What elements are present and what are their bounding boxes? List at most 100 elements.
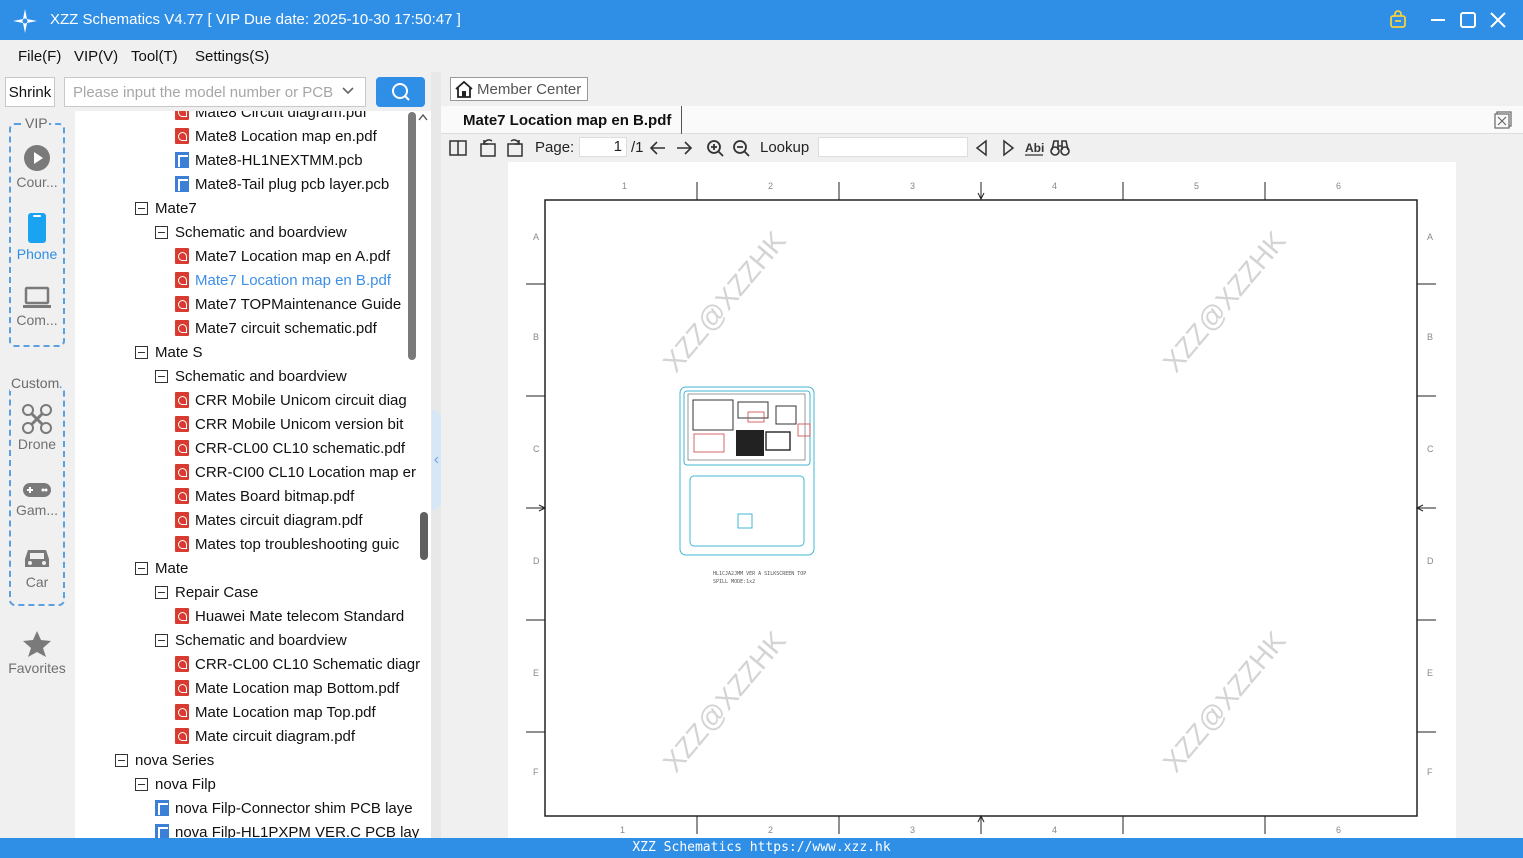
collapse-toggle-icon[interactable]: [155, 585, 168, 599]
tree-file[interactable]: Mate8-HL1NEXTMM.pcb: [175, 148, 363, 172]
svg-text:XZZ@XZZHK: XZZ@XZZHK: [657, 625, 792, 778]
tree-item-label: Mate S: [155, 343, 203, 361]
vip-bag-icon[interactable]: [1386, 8, 1410, 32]
pdf-file-icon: [175, 512, 189, 528]
tree-file[interactable]: Mate circuit diagram.pdf: [175, 724, 355, 748]
tree-folder[interactable]: Schematic and boardview: [155, 628, 347, 652]
category-computer[interactable]: Com...: [0, 286, 74, 328]
tree-file[interactable]: Mate7 Location map en B.pdf: [175, 268, 391, 292]
shrink-button[interactable]: Shrink: [5, 77, 55, 107]
column-label: 4: [1052, 825, 1057, 835]
pdf-file-icon: [175, 704, 189, 720]
collapse-toggle-icon[interactable]: [155, 633, 168, 647]
member-center-button[interactable]: Member Center: [450, 77, 588, 101]
tree-file[interactable]: nova Filp-Connector shim PCB laye: [155, 796, 413, 820]
page-number-input[interactable]: 1: [579, 137, 627, 157]
tree-item-label: Mate7 Location map en A.pdf: [195, 247, 391, 265]
category-drone[interactable]: Drone: [0, 404, 74, 452]
menu-settings[interactable]: Settings(S): [195, 48, 269, 65]
tree-item-label: Schematic and boardview: [175, 223, 347, 241]
tree-file[interactable]: CRR-CL00 CL10 Schematic diagr: [175, 652, 420, 676]
pcb-file-icon: [175, 152, 189, 168]
collapse-toggle-icon[interactable]: [155, 369, 168, 383]
tree-folder[interactable]: nova Series: [115, 748, 214, 772]
document-page[interactable]: 1 2 3 4 5 6 1 2 3 4 6 A B C D E F A B C …: [508, 162, 1456, 838]
tree-file[interactable]: Mate8 Circuit diagram.pdf: [175, 111, 367, 124]
tree-file[interactable]: CRR Mobile Unicom version bit: [175, 412, 403, 436]
minimize-icon[interactable]: [1426, 8, 1450, 32]
collapse-panel-tab[interactable]: [432, 410, 441, 510]
zoom-in-icon[interactable]: [705, 138, 725, 158]
collapse-toggle-icon[interactable]: [135, 345, 148, 359]
tree-file[interactable]: CRR Mobile Unicom circuit diag: [175, 388, 407, 412]
tree-item-label: Schematic and boardview: [175, 367, 347, 385]
tree-file[interactable]: Mate Location map Top.pdf: [175, 700, 376, 724]
next-page-icon[interactable]: [674, 138, 694, 158]
category-courses[interactable]: Cour...: [0, 144, 74, 190]
column-label: 6: [1336, 825, 1341, 835]
menu-bar: File(F) VIP(V) Tool(T) Settings(S): [0, 40, 1523, 72]
menu-tool[interactable]: Tool(T): [131, 48, 178, 65]
tree-file[interactable]: Mate8 Location map en.pdf: [175, 124, 377, 148]
find-next-icon[interactable]: [998, 138, 1018, 158]
category-game[interactable]: Gam...: [0, 480, 74, 518]
play-circle-icon: [24, 145, 50, 171]
tree-file[interactable]: CRR-CI00 CL10 Location map er: [175, 460, 416, 484]
tree-folder[interactable]: Repair Case: [155, 580, 258, 604]
close-icon[interactable]: [1486, 8, 1510, 32]
vip-group-label: VIP: [24, 115, 49, 131]
tree-file[interactable]: Mate7 TOPMaintenance Guide: [175, 292, 401, 316]
lookup-input[interactable]: [818, 137, 968, 157]
zoom-out-icon[interactable]: [731, 138, 751, 158]
collapse-toggle-icon[interactable]: [155, 225, 168, 239]
previous-page-icon[interactable]: [648, 138, 668, 158]
collapse-toggle-icon[interactable]: [135, 201, 148, 215]
tree-file[interactable]: Mates Board bitmap.pdf: [175, 484, 354, 508]
tree-file[interactable]: Mates top troubleshooting guic: [175, 532, 399, 556]
match-case-icon[interactable]: Abi: [1024, 138, 1044, 158]
category-car[interactable]: Car: [0, 546, 74, 590]
tree-file[interactable]: Mate7 circuit schematic.pdf: [175, 316, 377, 340]
two-page-view-icon[interactable]: [448, 138, 468, 158]
tree-file[interactable]: Mate8-Tail plug pcb layer.pcb: [175, 172, 389, 196]
category-phone[interactable]: Phone: [0, 212, 74, 262]
chevron-down-icon[interactable]: [341, 84, 355, 98]
page-label: Page:: [535, 139, 575, 156]
tree-folder[interactable]: Schematic and boardview: [155, 220, 347, 244]
tree-file[interactable]: Huawei Mate telecom Standard: [175, 604, 404, 628]
maximize-icon[interactable]: [1456, 8, 1480, 32]
row-label: C: [533, 444, 540, 454]
tree-item-label: Schematic and boardview: [175, 631, 347, 649]
menu-vip[interactable]: VIP(V): [74, 48, 118, 65]
search-input[interactable]: [73, 84, 333, 101]
tree-scrollbar-handle[interactable]: [420, 512, 428, 560]
tree-file[interactable]: nova Filp-HL1PXPM VER.C PCB lay: [155, 820, 419, 838]
collapse-toggle-icon[interactable]: [135, 561, 148, 575]
tree-folder[interactable]: Mate: [135, 556, 188, 580]
binoculars-icon[interactable]: [1050, 138, 1070, 158]
tree-folder[interactable]: Mate S: [135, 340, 203, 364]
tree-file[interactable]: Mate7 Location map en A.pdf: [175, 244, 390, 268]
tree-file[interactable]: CRR-CL00 CL10 schematic.pdf: [175, 436, 405, 460]
category-favorites[interactable]: Favorites: [0, 630, 74, 676]
rotate-right-icon[interactable]: [505, 138, 525, 158]
tab-mate7-location-map-b[interactable]: Mate7 Location map en B.pdf: [453, 106, 683, 134]
find-previous-icon[interactable]: [972, 138, 992, 158]
scroll-up-arrow-icon[interactable]: [418, 112, 428, 124]
menu-file[interactable]: File(F): [18, 48, 61, 65]
column-label: 6: [1336, 181, 1341, 191]
tree-folder[interactable]: Mate7: [135, 196, 197, 220]
tree-folder[interactable]: nova Filp: [135, 772, 216, 796]
collapse-toggle-icon[interactable]: [115, 753, 128, 767]
tree-scrollbar-thumb[interactable]: [408, 112, 416, 360]
close-tabs-icon[interactable]: [1494, 111, 1512, 129]
collapse-toggle-icon[interactable]: [135, 777, 148, 791]
tree-item-label: Mate Location map Bottom.pdf: [195, 679, 400, 697]
tree-file[interactable]: Mates circuit diagram.pdf: [175, 508, 363, 532]
home-icon: [455, 80, 473, 98]
rotate-left-icon[interactable]: [478, 138, 498, 158]
tree-file[interactable]: Mate Location map Bottom.pdf: [175, 676, 399, 700]
search-button[interactable]: [376, 77, 425, 107]
tree-item-label: Mate8 Location map en.pdf: [195, 127, 377, 145]
tree-folder[interactable]: Schematic and boardview: [155, 364, 347, 388]
